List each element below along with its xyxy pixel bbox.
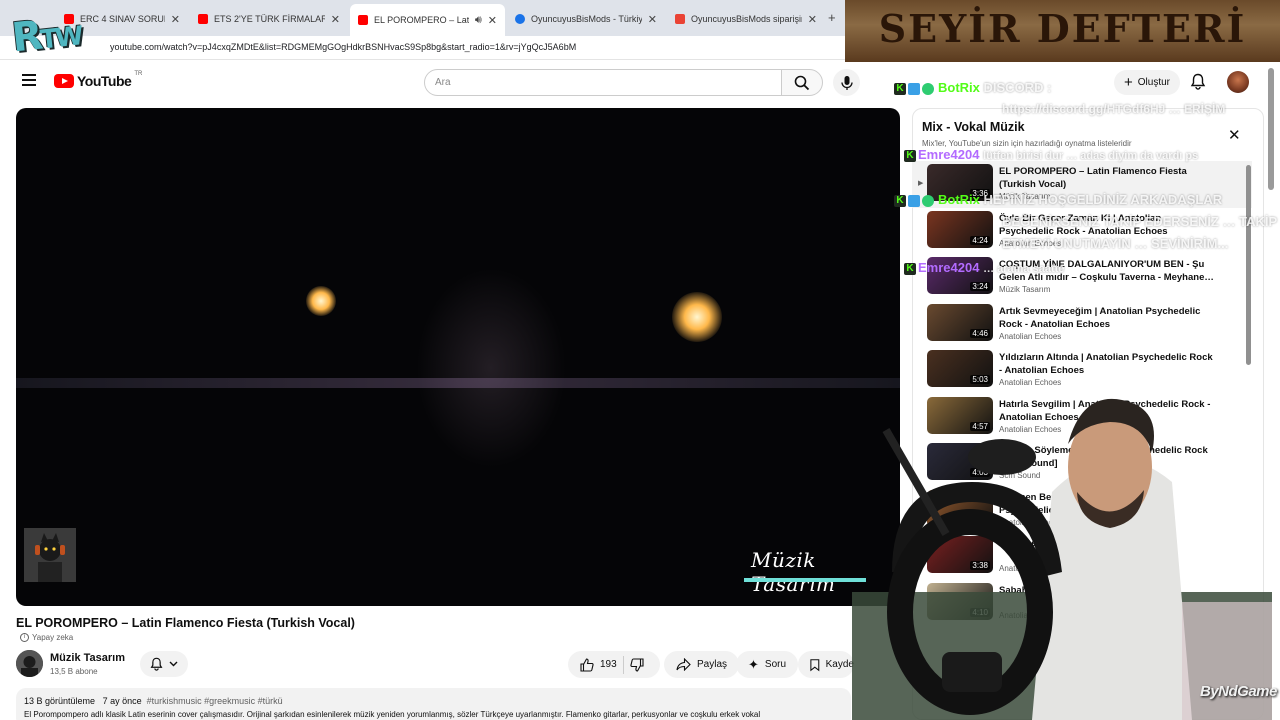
youtube-play-icon [54, 74, 74, 88]
verified-badge-icon [922, 82, 934, 95]
share-icon [676, 658, 691, 671]
playlist-thumbnail[interactable]: 4:46 [927, 303, 993, 341]
stream-banner: SEYİR DEFTERİ [845, 0, 1280, 62]
description-meta: 13 B görüntüleme 7 ay önce #turkishmusic… [24, 696, 283, 706]
browser-tab-2[interactable]: ETS 2'YE TÜRK FİRMALARI MOD ✕ [190, 6, 348, 32]
close-tab-icon[interactable]: ✕ [171, 13, 180, 26]
chat-message: K BotRix HEPİNİZ HOŞGELDİNİZ ARKADAŞLAR [894, 192, 1222, 207]
share-button[interactable]: Paylaş [664, 651, 740, 678]
upload-age: 7 ay önce [102, 696, 142, 706]
microphone-icon [840, 75, 853, 90]
brand-watermark: ByNdGame [1200, 683, 1277, 700]
browser-tab-4[interactable]: OyuncuyusBisMods - Türkiye'n ✕ [507, 6, 665, 32]
bell-icon [150, 657, 163, 671]
video-player[interactable]: Müzik Tasarım [16, 108, 900, 606]
chevron-down-icon [169, 661, 178, 667]
youtube-favicon-icon [358, 15, 368, 25]
search-button[interactable] [781, 69, 823, 96]
info-icon: i [20, 633, 29, 642]
playlist-item[interactable]: 4:46 Artık Sevmeyeceğim | Anatolian Psych… [912, 301, 1252, 348]
fire-light [672, 292, 722, 342]
playlist-item-title[interactable]: Artık Sevmeyeceğim | Anatolian Psychedel… [999, 305, 1214, 331]
moderator-badge-icon [908, 194, 920, 207]
divider [622, 655, 624, 674]
watermark-underline [744, 578, 866, 582]
webcam-feed-illustration [852, 398, 1272, 720]
moderator-badge-icon [908, 82, 920, 95]
playlist-item-channel: Anatolian Echoes [999, 331, 1062, 341]
kick-badge-icon: K [904, 149, 916, 162]
city-lights [16, 378, 900, 388]
close-tab-icon[interactable]: ✕ [331, 13, 340, 26]
description-text: El Porompompero adlı klasik Latin eserin… [24, 710, 761, 719]
fire-light [306, 286, 336, 316]
new-tab-icon[interactable]: + [828, 10, 836, 25]
chat-username: Emre4204 [918, 147, 980, 162]
verified-badge-icon [922, 194, 934, 207]
address-bar[interactable]: youtube.com/watch?v=pJ4cxqZMDtE&list=RDG… [0, 36, 845, 60]
close-tab-icon[interactable]: ✕ [648, 13, 657, 26]
channel-watermark-thumbnail[interactable] [24, 528, 76, 582]
ai-generated-label[interactable]: i Yapay zeka [20, 633, 73, 642]
search-input[interactable]: Ara [424, 69, 782, 96]
chat-username: BotRix [938, 192, 980, 207]
kick-badge-icon: K [904, 262, 916, 275]
chat-message: K Emre4204 … arama saatte [904, 260, 1064, 275]
channel-name[interactable]: Müzik Tasarım [50, 652, 125, 664]
chat-message: K Emre4204 lütfen birisi dur … adas diyim… [904, 147, 1198, 162]
browser-tab-active[interactable]: EL POROMPERO – Latin Fla 🔊︎ ✕ [350, 4, 505, 36]
subscription-notifications-button[interactable] [140, 651, 188, 677]
chat-username: BotRix [938, 80, 980, 95]
dislike-icon[interactable] [630, 657, 644, 672]
voice-search-button[interactable] [833, 69, 860, 96]
channel-avatar[interactable] [16, 650, 43, 677]
search-icon [794, 75, 810, 90]
site-favicon-icon [515, 14, 525, 24]
browser-tab-5[interactable]: OyuncuyusBisMods siparişiniz y ✕ [667, 6, 825, 32]
view-count: 13 B görüntüleme [24, 696, 96, 706]
kick-badge-icon: K [894, 82, 906, 95]
url-text[interactable]: youtube.com/watch?v=pJ4cxqZMDtE&list=RDG… [110, 42, 576, 52]
hashtags[interactable]: #turkishmusic #greekmusic #türkü [147, 696, 283, 706]
duration-badge: 4:46 [970, 328, 990, 338]
cat-headphones-icon [24, 528, 76, 582]
sparkle-icon: ✦ [748, 656, 759, 672]
like-dislike-group: 193 [568, 651, 660, 678]
like-count: 193 [600, 659, 617, 670]
speaker-icon[interactable]: 🔊︎ [475, 14, 482, 27]
save-button[interactable]: Kayde [798, 651, 854, 678]
chat-message: ETMEYİ UNUTMAYIN … SEVİNİRİM... [1002, 236, 1229, 251]
bookmark-icon [810, 658, 820, 671]
close-tab-icon[interactable]: ✕ [808, 13, 817, 26]
close-tab-icon[interactable]: ✕ [488, 14, 497, 27]
dancer-silhouette [416, 268, 566, 468]
cat-avatar-icon [16, 650, 43, 677]
streamer-webcam [852, 372, 1272, 720]
like-icon[interactable] [580, 657, 594, 672]
streamer-logo: RTW [9, 12, 83, 62]
video-title: EL POROMPERO – Latin Flamenco Fiesta (Tu… [16, 616, 355, 630]
youtube-favicon-icon [198, 14, 208, 24]
browser-tab-bar: ERC 4 SINAV SORULARI #22 / SP ✕ ETS 2'YE… [0, 0, 845, 36]
menu-icon[interactable] [22, 74, 36, 86]
screen: ERC 4 SINAV SORULARI #22 / SP ✕ ETS 2'YE… [0, 0, 1280, 720]
ask-button[interactable]: ✦ Soru [736, 651, 799, 678]
chat-message: BEĞENİRSENİZ TAKİP EDERSENİZ … TAKİP [1002, 214, 1278, 229]
subscriber-count: 13,5 B abone [50, 667, 98, 676]
kick-badge-icon: K [894, 194, 906, 207]
stream-chat-overlay: K BotRix DISCORD : https://discord.gg/HTG… [894, 80, 1278, 300]
chat-message: https://discord.gg/HTGdf6HJ … ERİŞİM [1002, 102, 1226, 116]
chat-message: K BotRix DISCORD : [894, 80, 1051, 95]
gmail-favicon-icon [675, 14, 685, 24]
chat-username: Emre4204 [918, 260, 980, 275]
youtube-logo[interactable]: YouTube TR [54, 71, 142, 89]
